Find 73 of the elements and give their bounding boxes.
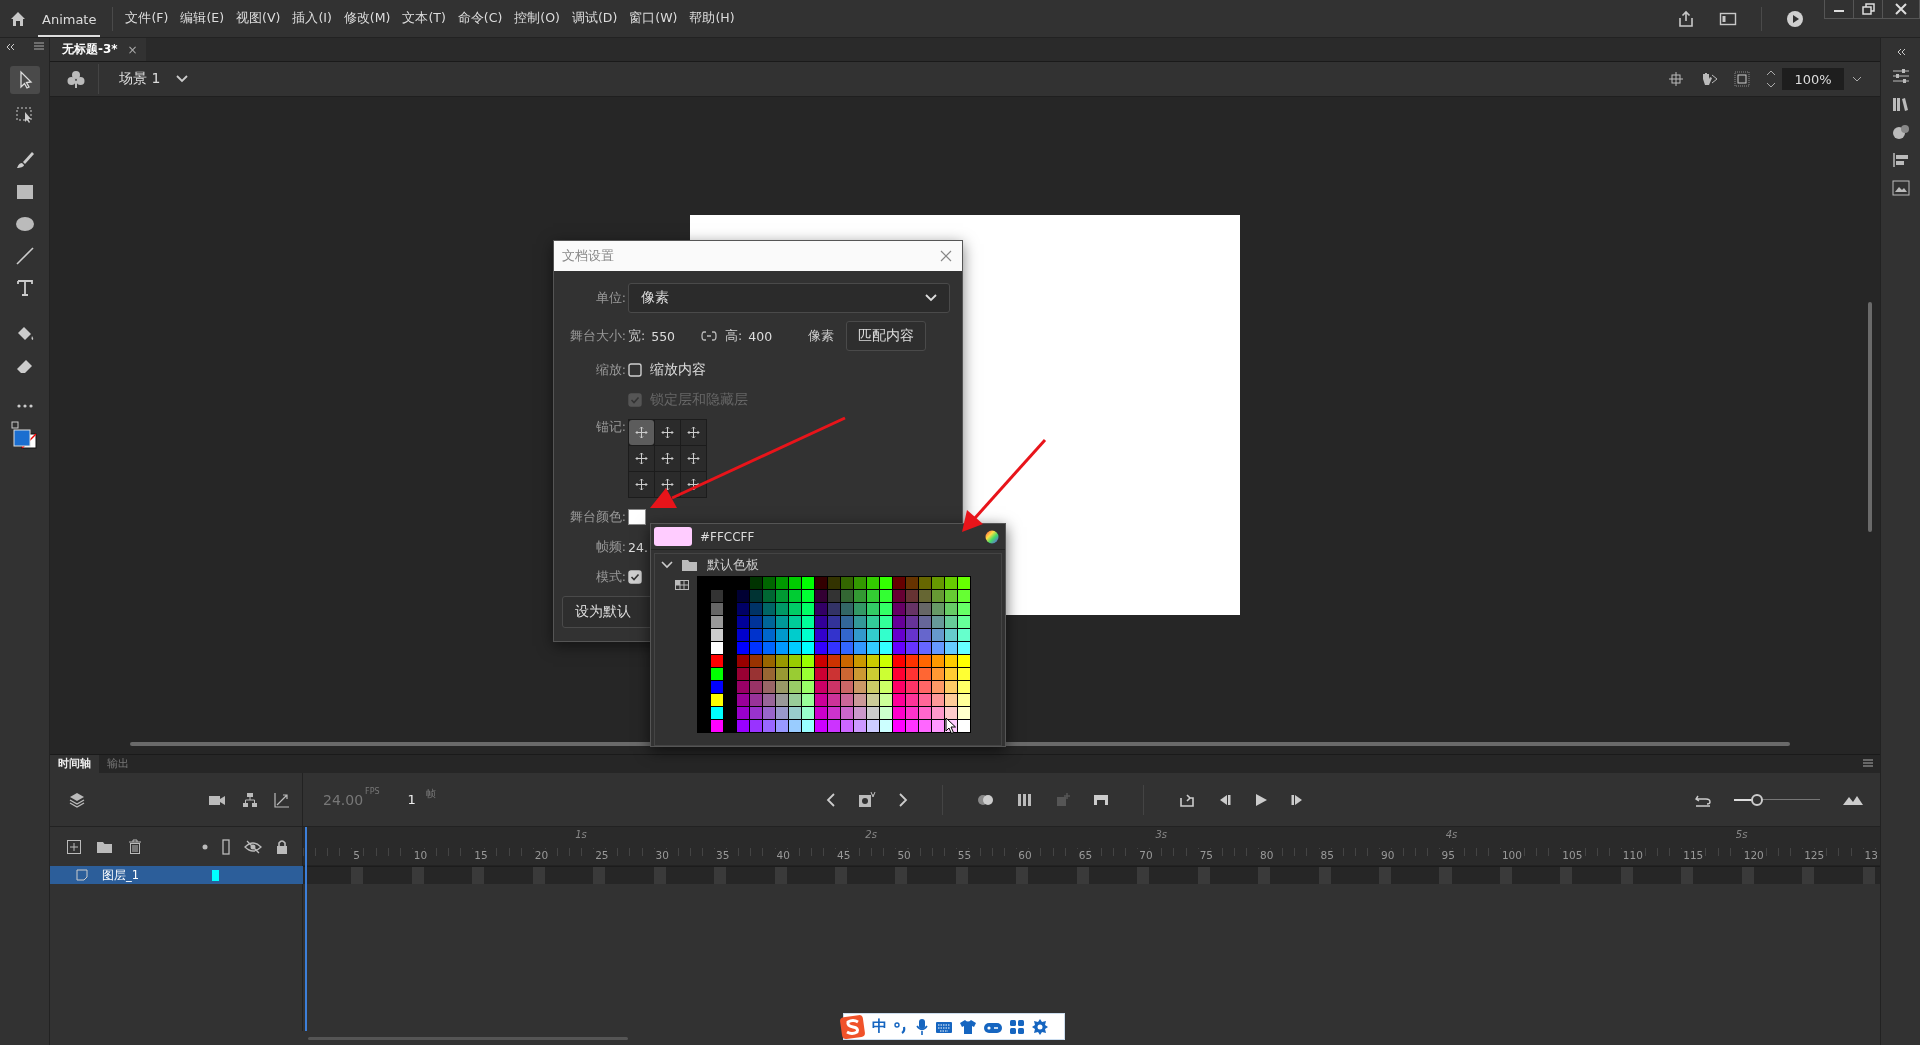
seconds-marker: 4s — [1445, 829, 1458, 840]
units-label: 单位: — [594, 289, 626, 307]
menu-item[interactable]: 调试(D) — [571, 10, 618, 27]
frame-number: 5 — [351, 849, 361, 861]
frame-number: 60 — [1016, 849, 1032, 861]
menu-item[interactable]: 视图(V) — [236, 10, 281, 27]
frame-number: 40 — [774, 849, 790, 861]
hex-color-field[interactable]: #FFCCFF — [700, 529, 755, 544]
panel-tab[interactable]: 输出 — [99, 755, 137, 773]
seconds-marker: 3s — [1155, 829, 1168, 840]
seconds-marker: 5s — [1735, 829, 1748, 840]
layer-row[interactable]: 图层_1 — [50, 866, 303, 884]
seconds-marker: 1s — [575, 829, 587, 840]
panel-tab[interactable]: 时间轴 — [50, 755, 99, 773]
frame-rate-label: 帧频: — [594, 538, 626, 556]
size-unit: 像素 — [808, 327, 835, 345]
frame-number: 90 — [1379, 849, 1395, 861]
frame-number: 20 — [532, 849, 549, 861]
menu-item[interactable]: 插入(I) — [292, 10, 332, 27]
frame-number: 50 — [895, 849, 911, 861]
frame-number: 65 — [1076, 849, 1093, 861]
menu-item[interactable]: 帮助(H) — [689, 10, 735, 27]
frame-number: 13 — [1862, 849, 1878, 861]
stage-size-label: 舞台大小: — [568, 327, 626, 345]
frame-number: 35 — [714, 849, 730, 861]
width-value[interactable]: 550 — [651, 328, 676, 344]
checkbox-label: 缩放内容 — [650, 361, 706, 379]
stage-color-label: 舞台颜色: — [568, 508, 626, 526]
frame-unit: 帧 — [425, 787, 436, 801]
seconds-marker: 2s — [865, 829, 877, 840]
menu-item[interactable]: 文件(F) — [125, 10, 169, 27]
height-value[interactable]: 400 — [748, 328, 773, 344]
frame-number: 95 — [1439, 849, 1455, 861]
frame-rate-value[interactable]: 24. — [628, 539, 648, 555]
frame-number: 15 — [472, 849, 488, 861]
frame-number: 25 — [593, 849, 609, 861]
frame-rate-unit: FPS — [365, 787, 380, 796]
dialog-title: 文档设置 — [562, 247, 614, 265]
layer-name[interactable]: 图层_1 — [102, 867, 198, 883]
frame-number: 70 — [1137, 849, 1153, 861]
menu-item[interactable]: 编辑(E) — [180, 10, 225, 27]
frame-number: 75 — [1197, 849, 1214, 861]
document-tab[interactable]: 无标题-3* × — [50, 38, 146, 61]
input-mode-toggle[interactable]: 中 — [872, 1017, 887, 1036]
frame-ruler[interactable]: 1s 2s 3s 4s 5s 5 10 15 20 25 30 35 40 45 50 55 60 65 70 75 80 85 90 95 100 105 110 115 120 125 13 — [303, 827, 1880, 866]
frame-number: 80 — [1258, 849, 1274, 861]
scale-label: 缩放: — [594, 361, 626, 379]
frame-number: 85 — [1318, 849, 1334, 861]
width-label: 宽: — [628, 327, 646, 345]
current-frame[interactable]: 1 — [407, 792, 416, 807]
palette-folder-name[interactable]: 默认色板 — [707, 556, 759, 574]
match-contents-button[interactable]: 匹配内容 — [846, 321, 927, 351]
frame-number: 125 — [1802, 849, 1825, 861]
frame-number: 45 — [834, 849, 851, 861]
mode-label: 模式: — [594, 568, 626, 586]
height-label: 高: — [725, 327, 743, 345]
frame-number: 100 — [1499, 849, 1522, 861]
units-dropdown[interactable]: 像素 — [628, 283, 950, 313]
frame-number: 120 — [1741, 849, 1764, 861]
frame-number: 10 — [411, 849, 428, 861]
menu-item[interactable]: 文本(T) — [402, 10, 446, 27]
frame-number: 115 — [1681, 849, 1704, 861]
frame-number: 105 — [1560, 849, 1583, 861]
menu-item[interactable]: 修改(M) — [343, 10, 391, 27]
anchor-label: 锚记: — [594, 419, 626, 436]
zoom-field[interactable]: 100% — [1782, 68, 1844, 90]
frame-number: 110 — [1620, 849, 1643, 861]
menu-item[interactable]: 窗口(W) — [629, 10, 678, 27]
scene-name[interactable]: 场景 1 — [119, 70, 161, 88]
frame-number: 30 — [653, 849, 669, 861]
frame-number: 55 — [955, 849, 972, 861]
menu-item[interactable]: 控制(O) — [514, 10, 560, 27]
menu-item[interactable]: 命令(C) — [457, 10, 503, 27]
